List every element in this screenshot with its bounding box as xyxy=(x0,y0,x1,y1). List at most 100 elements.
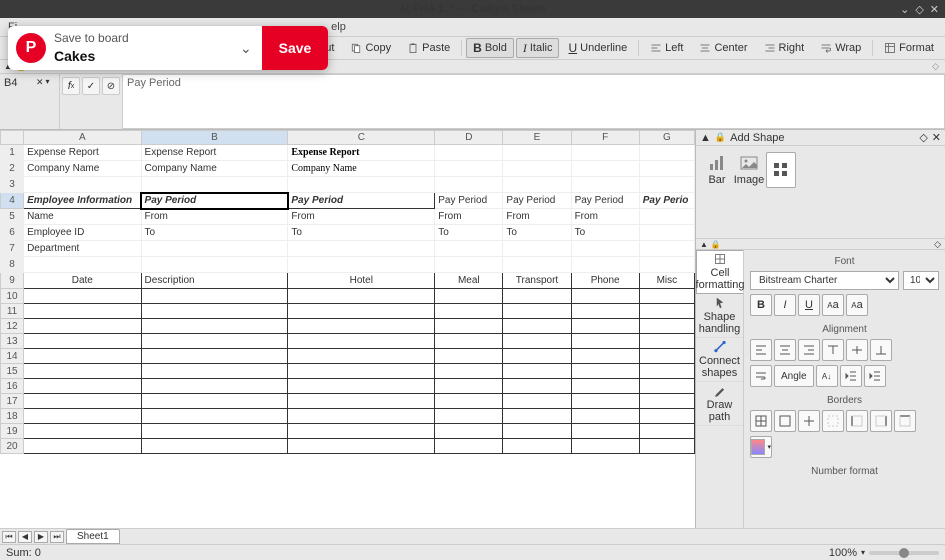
row-header-10[interactable]: 10 xyxy=(1,289,24,304)
v-align-top-button[interactable] xyxy=(822,339,844,361)
row-header-11[interactable]: 11 xyxy=(1,304,24,319)
row-header-16[interactable]: 16 xyxy=(1,379,24,394)
row-header-14[interactable]: 14 xyxy=(1,349,24,364)
window-minimize-icon[interactable]: ⌄ xyxy=(900,3,909,16)
align-center-button[interactable]: Center xyxy=(692,38,754,58)
tab-draw-path[interactable]: Draw path xyxy=(696,382,743,426)
cell-F5[interactable]: From xyxy=(571,209,639,225)
align-left-button[interactable]: Left xyxy=(643,38,690,58)
row-header-6[interactable]: 6 xyxy=(1,225,24,241)
cell-D6[interactable]: To xyxy=(435,225,503,241)
border-none-button[interactable] xyxy=(822,410,844,432)
add-shape-header[interactable]: ▲ 🔒 Add Shape ◇✕ xyxy=(696,130,945,146)
copy-button[interactable]: Copy xyxy=(343,38,398,58)
cell-B5[interactable]: From xyxy=(141,209,288,225)
h-align-left-button[interactable] xyxy=(750,339,772,361)
column-header-F[interactable]: F xyxy=(571,131,639,145)
diamond-icon[interactable]: ◇ xyxy=(934,239,941,250)
border-right-button[interactable] xyxy=(870,410,892,432)
cell-reference-input[interactable] xyxy=(4,77,34,89)
font-family-select[interactable]: Bitstream Charter xyxy=(750,271,899,290)
font-underline-button[interactable]: U xyxy=(798,294,820,316)
indent-decrease-button[interactable] xyxy=(840,365,862,387)
cell-F9[interactable]: Phone xyxy=(571,273,639,289)
row-header-8[interactable]: 8 xyxy=(1,257,24,273)
cell-A7[interactable]: Department xyxy=(24,241,141,257)
row-header-9[interactable]: 9 xyxy=(1,273,24,289)
diamond-icon[interactable]: ◇ xyxy=(919,131,927,144)
corner-cell[interactable] xyxy=(1,131,24,145)
cell-E5[interactable]: From xyxy=(503,209,571,225)
cell-reference-box[interactable]: ✕ ▾ xyxy=(0,74,60,129)
format-button[interactable]: Format xyxy=(877,38,941,58)
cell-E4[interactable]: Pay Period xyxy=(503,193,571,209)
italic-button[interactable]: IItalic xyxy=(516,38,560,58)
cell-F6[interactable]: To xyxy=(571,225,639,241)
formula-input[interactable]: Pay Period xyxy=(122,74,945,129)
angle-button[interactable]: Angle xyxy=(774,365,814,387)
cell-C5[interactable]: From xyxy=(288,209,435,225)
cell-C9[interactable]: Hotel xyxy=(288,273,435,289)
sheet-nav-last[interactable]: ⏭ xyxy=(50,531,64,543)
row-header-12[interactable]: 12 xyxy=(1,319,24,334)
cell-C4[interactable]: Pay Period xyxy=(288,193,435,209)
h-align-right-button[interactable] xyxy=(798,339,820,361)
column-header-D[interactable]: D xyxy=(435,131,503,145)
font-subscript-button[interactable]: Aa xyxy=(846,294,868,316)
cancel-button[interactable]: ⊘ xyxy=(102,77,120,95)
row-header-15[interactable]: 15 xyxy=(1,364,24,379)
vertical-text-button[interactable]: A↓ xyxy=(816,365,838,387)
indent-increase-button[interactable] xyxy=(864,365,886,387)
border-top-button[interactable] xyxy=(894,410,916,432)
border-outer-button[interactable] xyxy=(774,410,796,432)
align-right-button[interactable]: Right xyxy=(757,38,812,58)
v-align-middle-button[interactable] xyxy=(846,339,868,361)
row-header-17[interactable]: 17 xyxy=(1,394,24,409)
cell-A1[interactable]: Expense Report xyxy=(24,145,141,161)
properties-header[interactable]: ▲ 🔒 ◇ xyxy=(696,238,945,250)
cell-D5[interactable]: From xyxy=(435,209,503,225)
cell-A5[interactable]: Name xyxy=(24,209,141,225)
sheet-nav-first[interactable]: ⏮ xyxy=(2,531,16,543)
cell-D4[interactable]: Pay Period xyxy=(435,193,503,209)
column-header-C[interactable]: C xyxy=(288,131,435,145)
diamond-icon[interactable]: ◇ xyxy=(932,61,939,72)
sheet-nav-next[interactable]: ▶ xyxy=(34,531,48,543)
cell-A4[interactable]: Employee Information xyxy=(24,193,141,209)
row-header-4[interactable]: 4 xyxy=(1,193,24,209)
cell-D9[interactable]: Meal xyxy=(435,273,503,289)
row-header-19[interactable]: 19 xyxy=(1,424,24,439)
function-button[interactable]: fx xyxy=(62,77,80,95)
wrap-text-button[interactable] xyxy=(750,365,772,387)
cell-A2[interactable]: Company Name xyxy=(24,161,141,177)
paste-button[interactable]: Paste xyxy=(400,38,457,58)
cell-C6[interactable]: To xyxy=(288,225,435,241)
row-header-13[interactable]: 13 xyxy=(1,334,24,349)
column-header-A[interactable]: A xyxy=(24,131,141,145)
border-color-button[interactable]: ▾ xyxy=(750,436,772,458)
row-header-5[interactable]: 5 xyxy=(1,209,24,225)
cell-A6[interactable]: Employee ID xyxy=(24,225,141,241)
cell-C2[interactable]: Company Name xyxy=(288,161,435,177)
sheet-tab[interactable]: Sheet1 xyxy=(66,529,120,544)
border-left-button[interactable] xyxy=(846,410,868,432)
font-size-select[interactable]: 10 xyxy=(903,271,939,290)
cell-B2[interactable]: Company Name xyxy=(141,161,288,177)
font-superscript-button[interactable]: Aa xyxy=(822,294,844,316)
row-header-18[interactable]: 18 xyxy=(1,409,24,424)
cell-E6[interactable]: To xyxy=(503,225,571,241)
spreadsheet-grid[interactable]: A B C D E F G 1 Expense Report Expense R… xyxy=(0,130,695,528)
chevron-down-icon[interactable]: ▾ xyxy=(46,77,50,86)
bold-button[interactable]: BBold xyxy=(466,38,514,58)
shape-bar-button[interactable]: Bar xyxy=(702,152,732,188)
tab-connect-shapes[interactable]: Connect shapes xyxy=(696,338,743,382)
pin-chevron-down-icon[interactable]: ⌄ xyxy=(240,40,262,57)
tab-cell-formatting[interactable]: Cell formatting xyxy=(696,250,743,294)
window-maximize-icon[interactable]: ◇ xyxy=(915,3,923,16)
pin-save-button[interactable]: Save xyxy=(262,26,328,70)
cell-C1[interactable]: Expense Report xyxy=(288,145,435,161)
shape-more-button[interactable] xyxy=(766,152,796,188)
clear-icon[interactable]: ✕ xyxy=(36,77,44,88)
cell-A9[interactable]: Date xyxy=(24,273,141,289)
shape-image-button[interactable]: Image xyxy=(734,152,764,188)
